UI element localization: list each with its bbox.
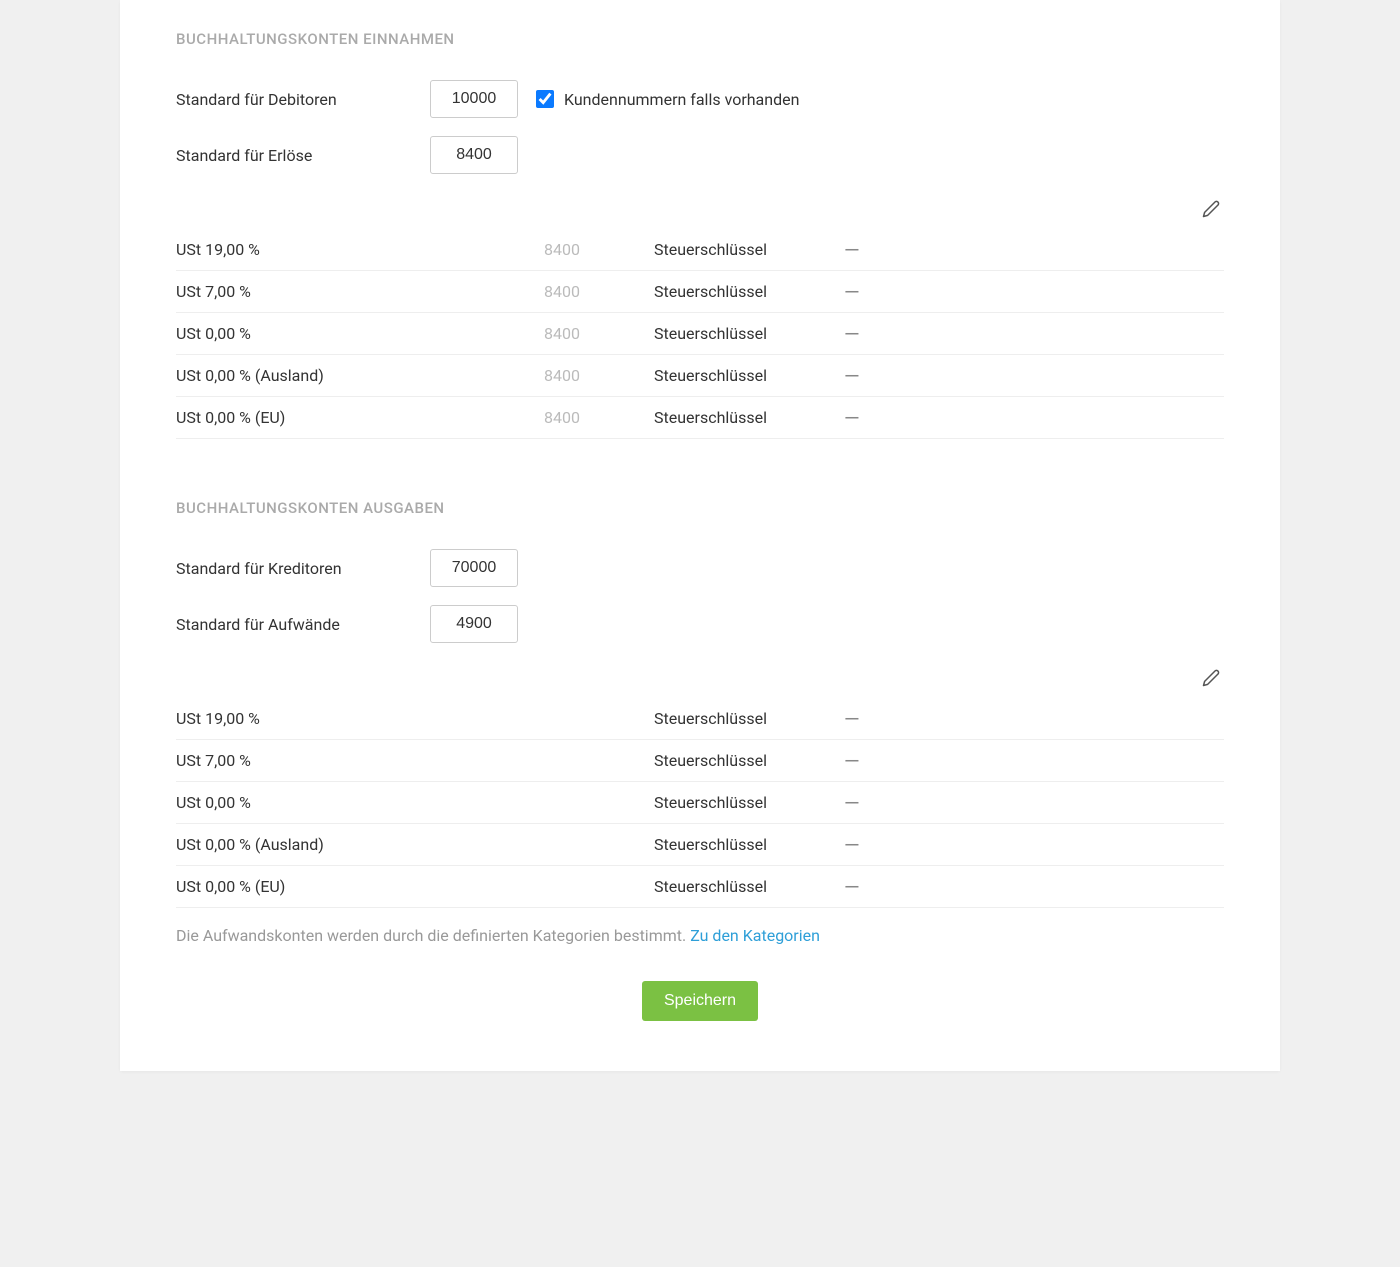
tax-rate-label: USt 19,00 % — [176, 709, 470, 728]
table-row: USt 19,00 % Steuerschlüssel — — [176, 698, 1224, 740]
tax-key-value: — — [844, 240, 860, 260]
pencil-icon — [1202, 675, 1220, 690]
revenue-label: Standard für Erlöse — [176, 146, 430, 165]
table-row: USt 0,00 % (EU) 8400 Steuerschlüssel — — [176, 397, 1224, 439]
customer-numbers-checkbox[interactable] — [536, 90, 554, 108]
tax-key-value: — — [844, 751, 860, 771]
pencil-icon — [1202, 206, 1220, 221]
tax-key-label: Steuerschlüssel — [654, 835, 844, 854]
save-button[interactable]: Speichern — [642, 981, 758, 1021]
tax-key-value: — — [844, 324, 860, 344]
expense-edit-button[interactable] — [1198, 665, 1224, 694]
table-row: USt 0,00 % (EU) Steuerschlüssel — — [176, 866, 1224, 908]
tax-key-label: Steuerschlüssel — [654, 408, 844, 427]
table-row: USt 0,00 % Steuerschlüssel — — [176, 782, 1224, 824]
expense-help-text: Die Aufwandskonten werden durch die defi… — [176, 926, 1224, 945]
expenses-label: Standard für Aufwände — [176, 615, 430, 634]
table-row: USt 0,00 % (Ausland) 8400 Steuerschlüsse… — [176, 355, 1224, 397]
income-section-header: BUCHHALTUNGSKONTEN EINNAHMEN — [176, 30, 1224, 48]
table-row: USt 0,00 % (Ausland) Steuerschlüssel — — [176, 824, 1224, 866]
customer-numbers-label: Kundennummern falls vorhanden — [564, 90, 799, 109]
tax-key-label: Steuerschlüssel — [654, 751, 844, 770]
tax-rate-label: USt 19,00 % — [176, 240, 470, 259]
tax-key-value: — — [844, 408, 860, 428]
tax-account-value: 8400 — [470, 324, 654, 343]
tax-rate-label: USt 0,00 % — [176, 793, 470, 812]
revenue-input[interactable] — [430, 136, 518, 174]
tax-key-value: — — [844, 835, 860, 855]
tax-rate-label: USt 0,00 % (EU) — [176, 408, 470, 427]
tax-key-label: Steuerschlüssel — [654, 793, 844, 812]
tax-key-value: — — [844, 709, 860, 729]
table-row: USt 19,00 % 8400 Steuerschlüssel — — [176, 229, 1224, 271]
tax-account-value: 8400 — [470, 240, 654, 259]
tax-key-label: Steuerschlüssel — [654, 240, 844, 259]
debitors-input[interactable] — [430, 80, 518, 118]
tax-rate-label: USt 0,00 % (EU) — [176, 877, 470, 896]
tax-key-label: Steuerschlüssel — [654, 324, 844, 343]
tax-key-value: — — [844, 793, 860, 813]
tax-rate-label: USt 7,00 % — [176, 282, 470, 301]
table-row: USt 7,00 % Steuerschlüssel — — [176, 740, 1224, 782]
tax-key-value: — — [844, 877, 860, 897]
tax-key-label: Steuerschlüssel — [654, 366, 844, 385]
categories-link[interactable]: Zu den Kategorien — [690, 926, 820, 945]
expenses-input[interactable] — [430, 605, 518, 643]
expense-tax-table: USt 19,00 % Steuerschlüssel — USt 7,00 %… — [176, 698, 1224, 908]
tax-key-label: Steuerschlüssel — [654, 282, 844, 301]
help-text-body: Die Aufwandskonten werden durch die defi… — [176, 926, 690, 945]
income-edit-button[interactable] — [1198, 196, 1224, 225]
creditors-label: Standard für Kreditoren — [176, 559, 430, 578]
tax-key-value: — — [844, 282, 860, 302]
table-row: USt 7,00 % 8400 Steuerschlüssel — — [176, 271, 1224, 313]
customer-numbers-checkbox-wrap[interactable]: Kundennummern falls vorhanden — [536, 90, 799, 109]
tax-account-value: 8400 — [470, 408, 654, 427]
tax-rate-label: USt 0,00 % (Ausland) — [176, 366, 470, 385]
tax-key-label: Steuerschlüssel — [654, 877, 844, 896]
tax-key-label: Steuerschlüssel — [654, 709, 844, 728]
tax-account-value: 8400 — [470, 366, 654, 385]
expense-section-header: BUCHHALTUNGSKONTEN AUSGABEN — [176, 499, 1224, 517]
tax-rate-label: USt 0,00 % — [176, 324, 470, 343]
table-row: USt 0,00 % 8400 Steuerschlüssel — — [176, 313, 1224, 355]
debitors-label: Standard für Debitoren — [176, 90, 430, 109]
tax-rate-label: USt 7,00 % — [176, 751, 470, 770]
tax-key-value: — — [844, 366, 860, 386]
tax-account-value: 8400 — [470, 282, 654, 301]
tax-rate-label: USt 0,00 % (Ausland) — [176, 835, 470, 854]
creditors-input[interactable] — [430, 549, 518, 587]
income-tax-table: USt 19,00 % 8400 Steuerschlüssel — USt 7… — [176, 229, 1224, 439]
